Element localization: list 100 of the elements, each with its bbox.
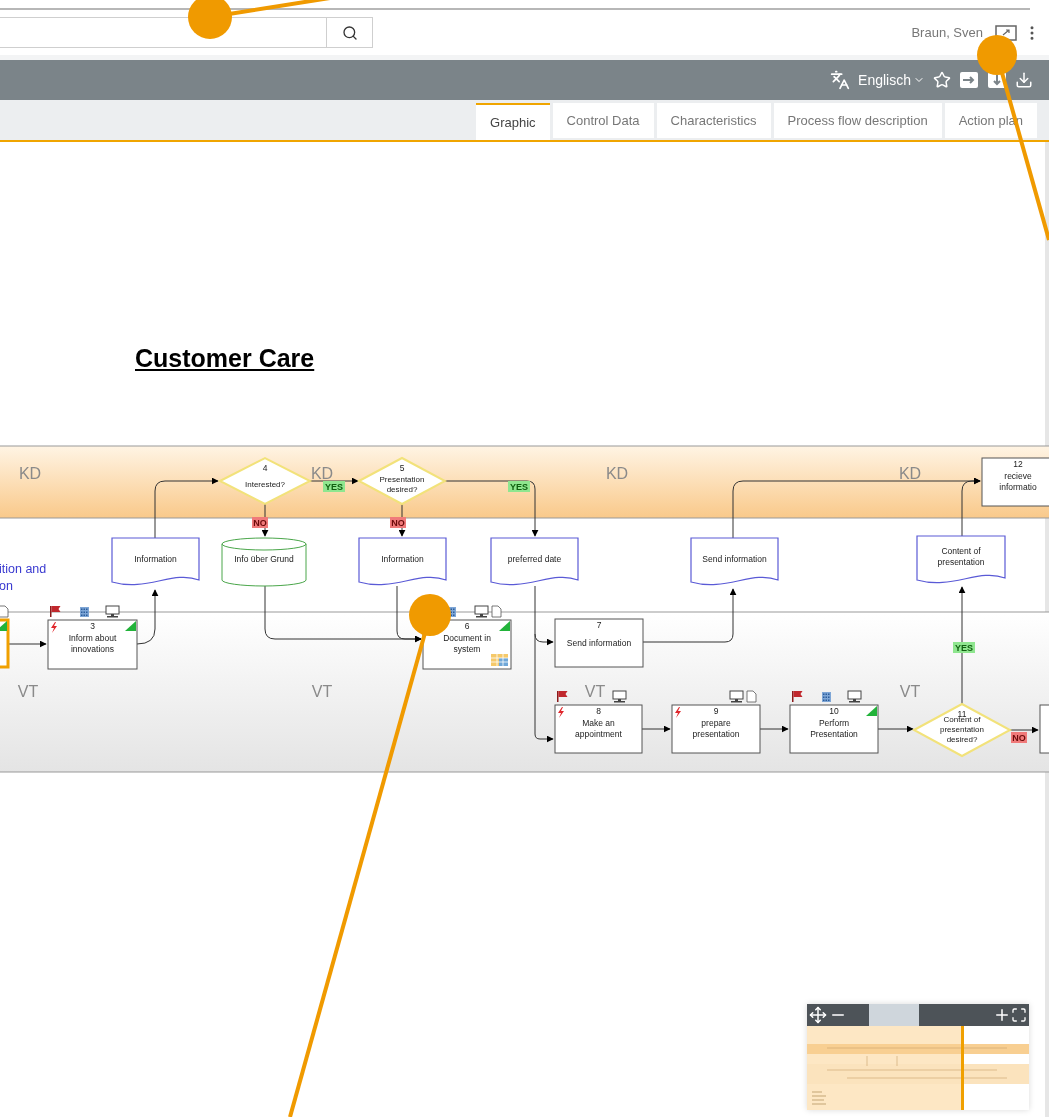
edge-label: NO	[1011, 732, 1027, 743]
node-number: 10	[829, 706, 839, 716]
fit-icon[interactable]	[1011, 1007, 1027, 1023]
process-box[interactable]	[789, 704, 879, 754]
process-box[interactable]	[47, 619, 138, 670]
node-label: presentation	[692, 729, 740, 739]
decision-diamond[interactable]	[217, 456, 313, 506]
lane-label: KD	[18, 465, 42, 482]
node-label: informatio	[999, 482, 1037, 492]
node-label: system	[453, 644, 481, 654]
document-shape[interactable]	[358, 537, 447, 586]
node-label: Information	[134, 554, 177, 564]
lane-name: on	[0, 579, 13, 593]
node-label: presentation	[937, 557, 985, 567]
connector-arrow	[877, 725, 914, 733]
tab[interactable]: Control Data	[552, 103, 654, 138]
user-name[interactable]: Braun, Sven	[911, 22, 983, 43]
computer-icon	[729, 690, 744, 703]
lightning-icon	[51, 622, 57, 633]
node-label: desired?	[946, 735, 978, 744]
node-label: Presentation	[379, 474, 425, 484]
pan-icon[interactable]	[809, 1006, 827, 1024]
tab[interactable]: Graphic	[476, 103, 550, 140]
document-shape[interactable]	[916, 535, 1006, 584]
node-label: Presentation	[810, 729, 858, 739]
node-label: prepare	[701, 718, 731, 728]
connector-arrow	[1009, 726, 1039, 734]
node-label: innovations	[71, 644, 114, 654]
lane-label: VT	[17, 683, 39, 700]
computer-icon	[612, 690, 627, 703]
process-box[interactable]	[671, 704, 761, 754]
node-label: Content of	[941, 546, 981, 556]
node-number: 5	[399, 463, 405, 473]
tab[interactable]: Characteristics	[656, 103, 771, 138]
node-number: 7	[596, 620, 602, 630]
node-number: 8	[596, 706, 601, 716]
translate-icon	[830, 70, 851, 90]
connector-arrow	[7, 640, 47, 648]
edge-label: NO	[252, 517, 268, 528]
process-box[interactable]	[554, 618, 644, 668]
process-box[interactable]	[1039, 704, 1049, 754]
node-label: Perform	[818, 718, 850, 728]
computer-icon	[474, 605, 489, 618]
lane-label: KD	[605, 465, 629, 482]
node-label: Inform about	[68, 633, 117, 643]
edge-label: YES	[323, 481, 345, 492]
node-number: 3	[90, 621, 95, 631]
connector-arrow	[309, 477, 359, 485]
flag-icon	[557, 691, 568, 702]
document-icon	[491, 605, 502, 618]
edge-label: NO	[390, 517, 406, 528]
node-label: Make an	[582, 718, 615, 728]
node-label: recieve	[1004, 471, 1032, 481]
connector-arrow	[641, 725, 671, 733]
node-label: presentation	[940, 725, 984, 734]
table-icon	[490, 653, 509, 667]
connector-arrow	[759, 725, 789, 733]
lane-name: ition and	[0, 562, 47, 576]
diagram-title: Customer Care	[135, 344, 315, 372]
lane-label: VT	[584, 683, 606, 700]
node-label: Interested?	[245, 480, 285, 489]
document-shape[interactable]	[690, 537, 779, 586]
decision-diamond[interactable]	[356, 456, 448, 506]
computer-icon	[847, 690, 862, 703]
zoom-in-icon[interactable]	[993, 1006, 1011, 1024]
export-icon[interactable]	[959, 71, 979, 89]
building-icon	[822, 692, 831, 702]
document-icon	[746, 690, 757, 703]
document-shape[interactable]	[111, 537, 200, 586]
edge-label: YES	[953, 642, 975, 653]
process-box[interactable]	[981, 457, 1049, 507]
node-number: 12	[1013, 459, 1023, 469]
document-shape[interactable]	[490, 537, 579, 586]
node-label: desired?	[386, 484, 418, 494]
node-label: Send information	[566, 638, 632, 648]
connector-arrow	[154, 477, 219, 539]
tab[interactable]: Process flow description	[773, 103, 942, 138]
computer-icon	[105, 605, 120, 618]
star-icon[interactable]	[933, 71, 951, 89]
database-shape[interactable]	[221, 537, 307, 587]
lane-label: KD	[898, 465, 922, 482]
search-icon	[341, 24, 358, 41]
building-icon	[80, 607, 89, 617]
node-number: 4	[262, 463, 268, 473]
node-label: Information	[381, 554, 424, 564]
decision-diamond[interactable]	[911, 702, 1013, 758]
node-label: Document in	[443, 633, 491, 643]
completion-marker	[499, 621, 510, 631]
node-label: Send information	[702, 554, 767, 564]
edge-label: YES	[508, 481, 530, 492]
completion-marker	[866, 706, 877, 716]
node-number: 9	[713, 706, 719, 716]
completion-marker	[125, 621, 136, 631]
lightning-icon	[675, 707, 681, 718]
minimap[interactable]	[807, 1004, 1029, 1110]
download-icon[interactable]	[1015, 71, 1033, 89]
connector-arrow	[136, 589, 159, 645]
language-dropdown[interactable]: Englisch	[858, 69, 925, 91]
process-box[interactable]	[554, 704, 643, 754]
lane-label: VT	[899, 683, 921, 700]
